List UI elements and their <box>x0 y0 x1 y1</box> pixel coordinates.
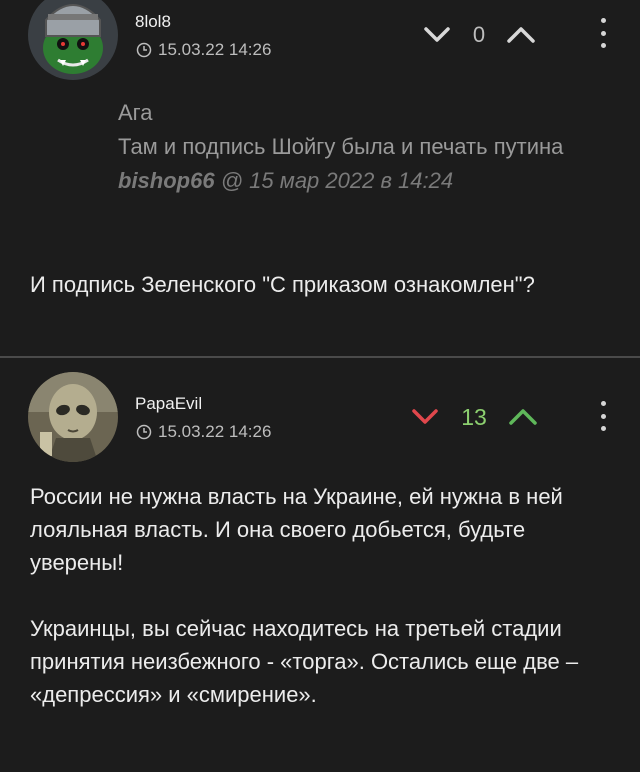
avatar[interactable] <box>28 372 118 462</box>
more-options-button[interactable] <box>596 401 610 431</box>
dot-icon <box>600 30 606 36</box>
dot-icon <box>600 18 606 23</box>
comment-meta: 15.03.22 14:26 <box>136 422 271 442</box>
quote-author[interactable]: bishop66 <box>118 168 215 193</box>
vote-controls: 0 <box>420 20 538 50</box>
quote-timestamp[interactable]: @ 15 мар 2022 в 14:24 <box>221 168 453 193</box>
downvote-button[interactable] <box>420 20 454 50</box>
upvote-button[interactable] <box>506 402 540 432</box>
comment: 8lol8 15.03.22 14:26 0 Ага Там и подпись… <box>0 0 640 356</box>
downvote-button[interactable] <box>408 402 442 432</box>
chevron-up-icon <box>509 409 537 425</box>
clock-icon <box>136 424 152 440</box>
chevron-down-icon <box>412 409 438 424</box>
vote-score: 13 <box>461 403 487 430</box>
comment-body: России не нужна власть на Украине, ей ну… <box>30 480 610 744</box>
comment-date: 15.03.22 14:26 <box>158 40 272 59</box>
username[interactable]: PapaEvil <box>135 394 202 414</box>
vote-controls: 13 <box>408 402 540 432</box>
username[interactable]: 8lol8 <box>135 12 171 32</box>
quote-signature: bishop66 @ 15 мар 2022 в 14:24 <box>118 164 618 198</box>
comment-meta: 15.03.22 14:26 <box>136 40 271 60</box>
knight-helmet-avatar-icon <box>28 0 118 80</box>
comment-paragraph: России не нужна власть на Украине, ей ну… <box>30 484 563 575</box>
chevron-down-icon <box>424 27 450 42</box>
quote-line: Там и подпись Шойгу была и печать путина <box>118 134 564 159</box>
quoted-comment: Ага Там и подпись Шойгу была и печать пу… <box>118 96 618 198</box>
comment-paragraph: И подпись Зеленского "С приказом ознаком… <box>30 272 535 297</box>
avatar[interactable] <box>28 0 118 80</box>
vote-score: 0 <box>472 22 486 47</box>
quote-line: Ага <box>118 100 153 125</box>
clock-icon <box>136 42 152 58</box>
dot-icon <box>600 401 606 406</box>
comment-date: 15.03.22 14:26 <box>158 422 272 441</box>
alien-avatar-icon <box>28 372 118 462</box>
dot-icon <box>600 43 606 48</box>
dot-icon <box>600 413 606 419</box>
comment-paragraph: Украинцы, вы сейчас находитесь на третье… <box>30 616 579 707</box>
dot-icon <box>600 426 606 431</box>
comment-body: И подпись Зеленского "С приказом ознаком… <box>30 268 610 334</box>
more-options-button[interactable] <box>596 18 610 48</box>
chevron-up-icon <box>507 27 535 43</box>
comment: PapaEvil 15.03.22 14:26 13 России не нуж… <box>0 358 640 772</box>
upvote-button[interactable] <box>504 20 538 50</box>
